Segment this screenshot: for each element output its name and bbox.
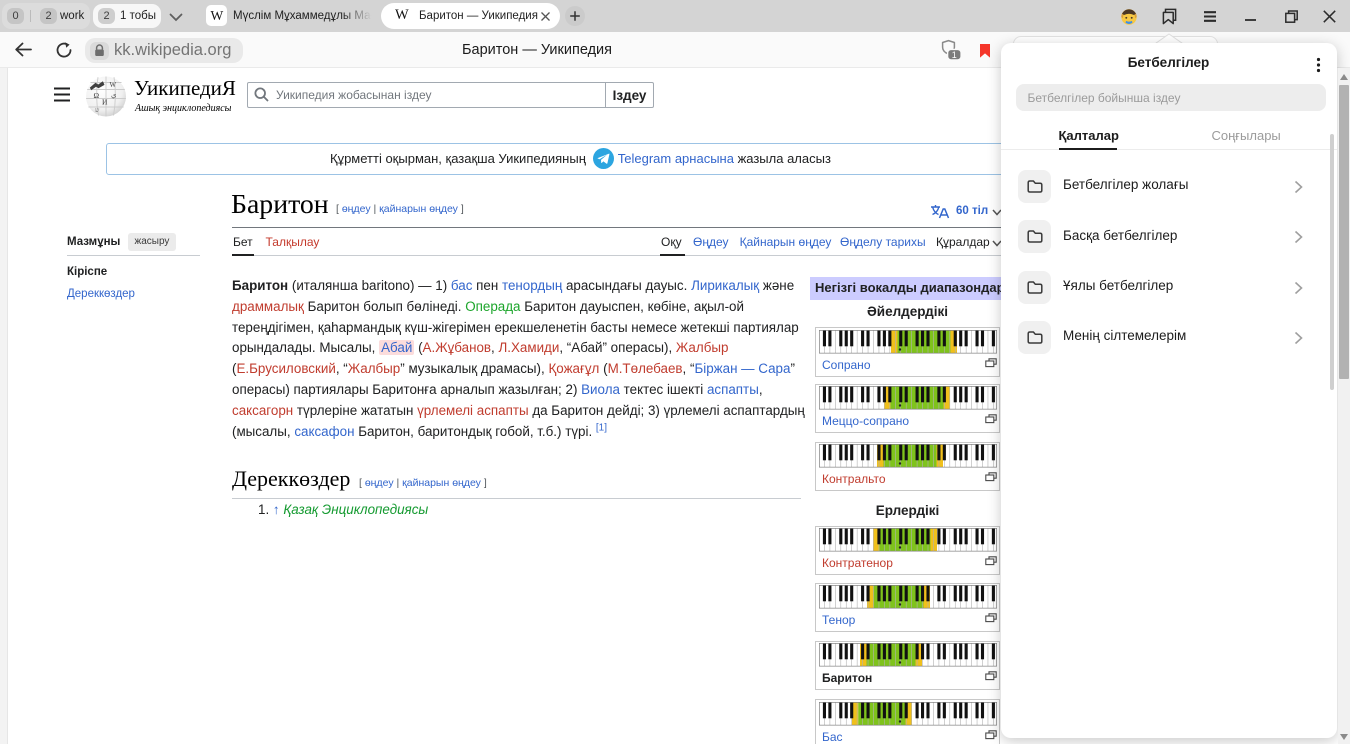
svg-text:1: 1 [952, 50, 957, 60]
svg-text:Ω: Ω [94, 91, 100, 100]
svg-text:W: W [110, 81, 117, 89]
svg-text:ي: ي [111, 91, 117, 99]
svg-text:И: И [102, 97, 108, 106]
